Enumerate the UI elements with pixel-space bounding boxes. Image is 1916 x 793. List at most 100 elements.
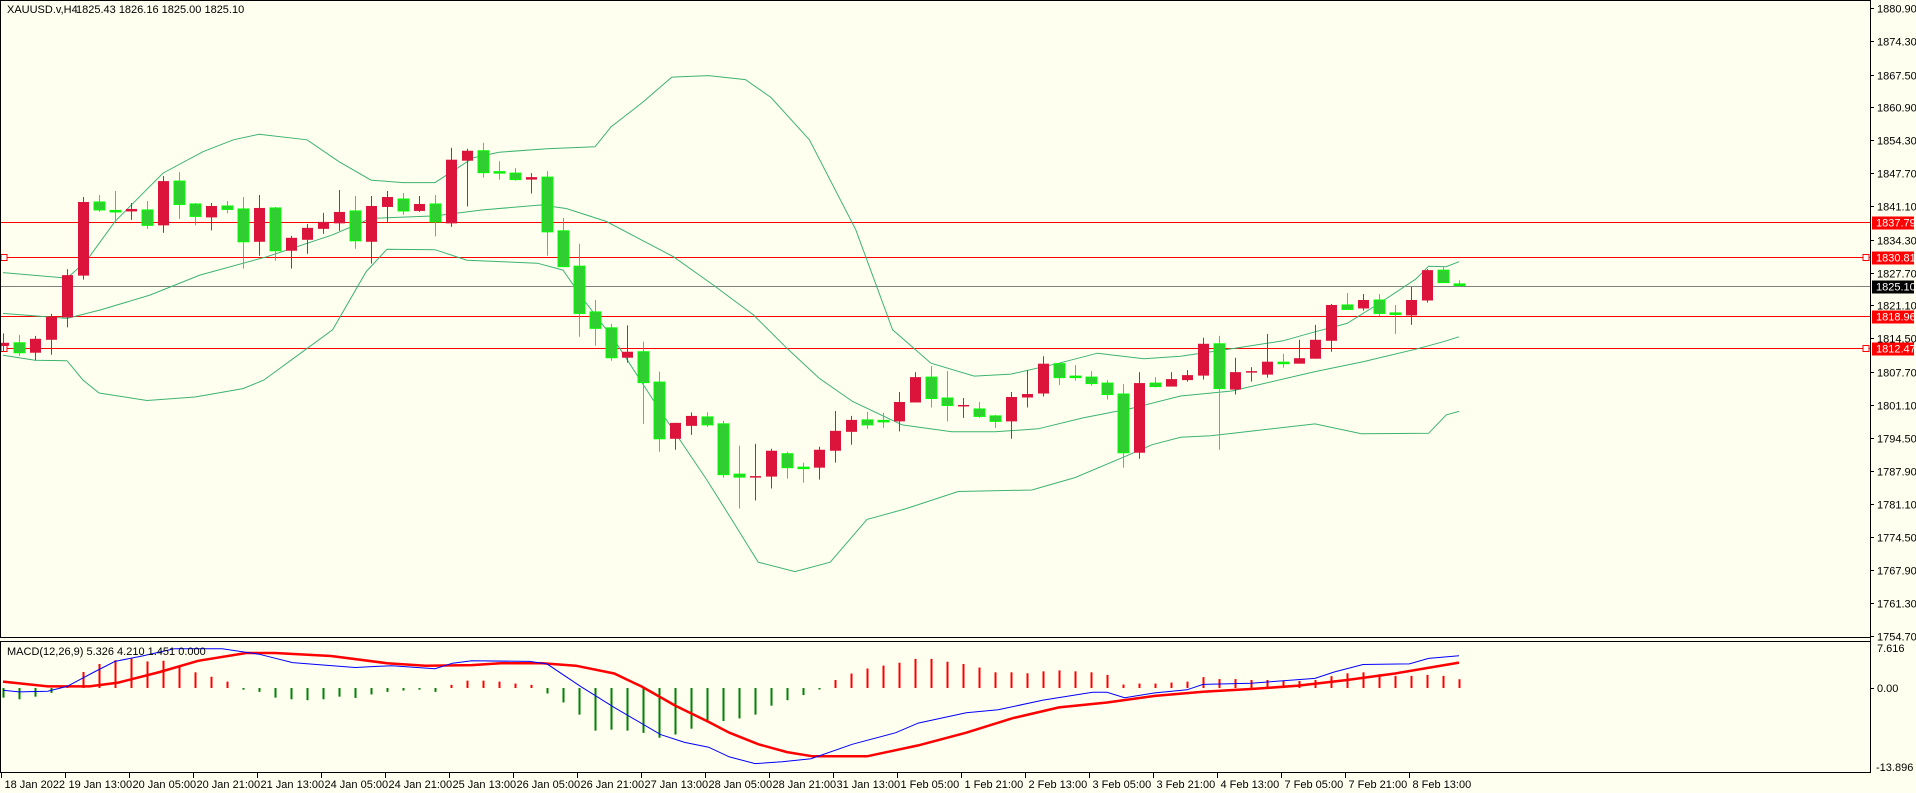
candle-body xyxy=(766,450,777,477)
candle-body xyxy=(109,209,122,213)
candle-body xyxy=(13,342,26,354)
candle-body xyxy=(1373,299,1386,314)
time-tick-label: 20 Jan 05:00 xyxy=(133,779,197,791)
candle-body xyxy=(877,419,890,423)
macd-zero-label: 0.00 xyxy=(1877,683,1898,695)
candle-body xyxy=(973,408,986,417)
price-tick-label: 1767.90 xyxy=(1877,566,1916,578)
time-tick-label: 21 Jan 13:00 xyxy=(261,779,325,791)
candle-body xyxy=(941,397,954,406)
candle-body xyxy=(541,176,554,233)
candle-body xyxy=(62,275,73,318)
candle-body xyxy=(910,377,921,403)
candle[interactable] xyxy=(78,197,89,280)
time-tick-label: 19 Jan 13:00 xyxy=(69,779,133,791)
price-tick-label: 1880.90 xyxy=(1877,4,1916,16)
candle-body xyxy=(894,401,905,422)
time-tick-label: 26 Jan 05:00 xyxy=(517,779,581,791)
candle-body xyxy=(173,180,186,205)
time-tick-label: 28 Jan 21:00 xyxy=(773,779,837,791)
time-tick-label: 27 Jan 13:00 xyxy=(645,779,709,791)
candle-body xyxy=(1422,270,1433,301)
time-tick-label: 3 Feb 05:00 xyxy=(1093,779,1152,791)
candle[interactable] xyxy=(717,420,730,478)
price-tick-label: 1754.70 xyxy=(1877,632,1916,644)
candle-body xyxy=(221,205,234,210)
candle-body xyxy=(750,476,761,478)
candle[interactable] xyxy=(605,323,618,361)
time-tick-label: 24 Jan 21:00 xyxy=(389,779,453,791)
candle-body xyxy=(477,150,490,174)
candle-body xyxy=(686,415,697,426)
candle-body xyxy=(1389,312,1402,315)
candle-body xyxy=(414,203,425,211)
candle-body xyxy=(1406,299,1417,316)
candle-body xyxy=(1198,343,1209,376)
candle-body xyxy=(653,381,666,440)
candle-body xyxy=(717,423,730,476)
candle-body xyxy=(1358,299,1369,309)
candle-body xyxy=(1230,372,1241,390)
candle[interactable] xyxy=(158,176,169,233)
time-tick-label: 18 Jan 2022 xyxy=(5,779,66,791)
candle[interactable] xyxy=(1422,269,1433,303)
price-tick-label: 1821.10 xyxy=(1877,301,1916,313)
candle-body xyxy=(334,211,345,224)
candle-body xyxy=(382,197,393,207)
level-line-handle[interactable] xyxy=(1862,254,1870,261)
time-tick-label: 31 Jan 13:00 xyxy=(837,779,901,791)
price-tick-label: 1874.30 xyxy=(1877,37,1916,49)
candle-body xyxy=(446,159,457,224)
time-tick-label: 20 Jan 21:00 xyxy=(197,779,261,791)
candle-body xyxy=(526,177,537,180)
price-tick-label: 1854.30 xyxy=(1877,136,1916,148)
candle-body xyxy=(189,203,202,217)
level-price-label: 1818.96 xyxy=(1876,312,1916,324)
trading-chart[interactable]: 1837.791830.811818.961812.471825.101880.… xyxy=(0,0,1916,793)
time-tick-label: 25 Jan 13:00 xyxy=(453,779,517,791)
candle-body xyxy=(30,338,41,353)
candle-body xyxy=(1038,363,1049,394)
bid-price-label: 1825.10 xyxy=(1876,282,1916,294)
time-tick-label: 4 Feb 13:00 xyxy=(1221,779,1280,791)
candle-body xyxy=(1213,343,1226,390)
candle-body xyxy=(1453,283,1466,287)
time-tick-label: 1 Feb 21:00 xyxy=(965,779,1024,791)
macd-min-label: -13.896 xyxy=(1876,762,1913,774)
time-tick-label: 26 Jan 21:00 xyxy=(581,779,645,791)
price-tick-label: 1774.50 xyxy=(1877,533,1916,545)
candle-body xyxy=(1069,375,1082,379)
candle-body xyxy=(158,181,169,226)
candle-body xyxy=(1134,383,1145,453)
chart-background xyxy=(0,0,1916,793)
candle-body xyxy=(269,207,282,252)
candle-body xyxy=(286,237,297,251)
time-tick-label: 8 Feb 13:00 xyxy=(1413,779,1472,791)
candle-body xyxy=(0,342,9,346)
candle-body xyxy=(1053,363,1066,379)
candle-body xyxy=(958,404,969,407)
symbol-timeframe: XAUUSD.v,H4 xyxy=(7,4,78,16)
candle[interactable] xyxy=(1134,372,1145,459)
level-line-handle[interactable] xyxy=(0,254,8,261)
ohlc-readout: 1825.43 1826.16 1825.00 1825.10 xyxy=(76,4,244,16)
price-tick-label: 1761.30 xyxy=(1877,599,1916,611)
candle-body xyxy=(781,453,794,469)
macd-max-label: 7.616 xyxy=(1877,643,1905,655)
candle-body xyxy=(637,351,650,384)
price-tick-label: 1867.50 xyxy=(1877,71,1916,83)
candle-body xyxy=(126,208,137,212)
candle-body xyxy=(1341,304,1354,310)
candle-body xyxy=(846,419,857,432)
candle-body xyxy=(318,221,329,229)
candle-body xyxy=(1182,375,1193,381)
macd-indicator-label: MACD(12,26,9) 5.326 4.210 1.451 0.000 xyxy=(7,646,206,658)
level-line-handle[interactable] xyxy=(1862,345,1870,352)
price-tick-label: 1860.90 xyxy=(1877,103,1916,115)
candle-body xyxy=(1326,304,1337,341)
candle[interactable] xyxy=(1198,337,1209,380)
time-tick-label: 7 Feb 21:00 xyxy=(1349,779,1408,791)
candle-body xyxy=(925,376,938,400)
candle-body xyxy=(830,430,841,451)
candle-body xyxy=(429,203,442,223)
